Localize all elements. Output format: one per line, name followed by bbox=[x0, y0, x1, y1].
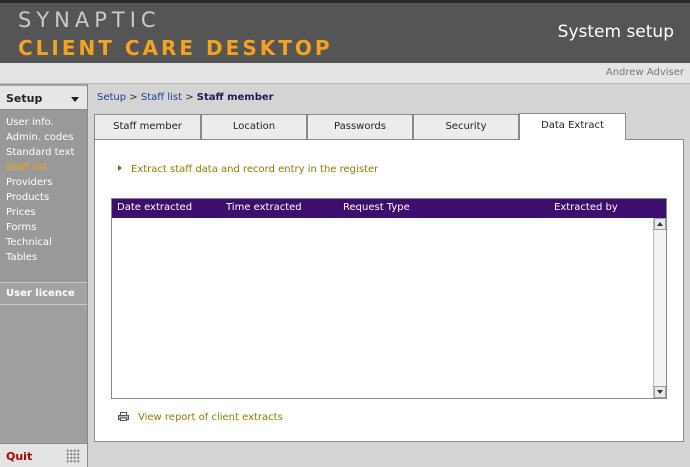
sidebar-item-user-licence[interactable]: User licence bbox=[0, 282, 87, 305]
sidebar-item-standard-text[interactable]: Standard text bbox=[6, 146, 74, 160]
triangle-right-icon bbox=[118, 165, 122, 171]
column-header-request-type: Request Type bbox=[343, 202, 410, 213]
printer-icon bbox=[118, 412, 129, 421]
brand-line2: CLIENT CARE DESKTOP bbox=[18, 36, 333, 60]
tab-staff-member[interactable]: Staff member bbox=[94, 114, 201, 140]
view-report-label: View report of client extracts bbox=[138, 412, 283, 423]
sidebar-item-forms[interactable]: Forms bbox=[6, 221, 36, 235]
breadcrumb-current: Staff member bbox=[196, 92, 274, 103]
breadcrumb-separator: > bbox=[185, 92, 194, 103]
user-bar: Andrew Adviser bbox=[0, 63, 690, 84]
view-report-link[interactable]: View report of client extracts bbox=[118, 412, 283, 423]
user-name: Andrew Adviser bbox=[605, 67, 684, 78]
sidebar-item-products[interactable]: Products bbox=[6, 191, 49, 205]
sidebar-item-prices[interactable]: Prices bbox=[6, 206, 36, 220]
chevron-down-icon[interactable] bbox=[71, 97, 79, 102]
sidebar-item-technical[interactable]: Technical bbox=[6, 236, 52, 250]
user-licence-label: User licence bbox=[6, 288, 75, 299]
column-header-date-extracted: Date extracted bbox=[117, 202, 193, 213]
breadcrumb: Setup > Staff list > Staff member bbox=[97, 92, 274, 103]
breadcrumb-separator: > bbox=[129, 92, 138, 103]
sidebar-item-tables[interactable]: Tables bbox=[6, 251, 37, 265]
quit-button[interactable]: Quit bbox=[6, 450, 32, 463]
column-header-extracted-by: Extracted by bbox=[554, 202, 618, 213]
table-header: Date extracted Time extracted Request Ty… bbox=[112, 199, 666, 218]
sidebar-item-admin-codes[interactable]: Admin. codes bbox=[6, 131, 74, 145]
extract-register-table: Date extracted Time extracted Request Ty… bbox=[111, 198, 667, 399]
sidebar-filler bbox=[0, 306, 87, 442]
quit-bar: Quit bbox=[0, 443, 87, 467]
scroll-down-icon[interactable] bbox=[654, 386, 666, 398]
breadcrumb-staff-list-link[interactable]: Staff list bbox=[141, 92, 182, 103]
sidebar: Setup User info. Admin. codes Standard t… bbox=[0, 84, 88, 467]
sidebar-menu: User info. Admin. codes Standard text St… bbox=[0, 110, 87, 296]
table-scrollbar[interactable] bbox=[653, 218, 666, 398]
tab-location[interactable]: Location bbox=[201, 114, 307, 140]
extract-staff-data-link[interactable]: Extract staff data and record entry in t… bbox=[118, 164, 378, 175]
brand-line1: SYNAPTIC bbox=[18, 8, 161, 32]
setup-menu-label: Setup bbox=[6, 92, 43, 105]
extract-link-label: Extract staff data and record entry in t… bbox=[131, 164, 379, 175]
app-header: SYNAPTIC CLIENT CARE DESKTOP System setu… bbox=[0, 0, 690, 63]
tab-security[interactable]: Security bbox=[413, 114, 519, 140]
sidebar-item-user-info[interactable]: User info. bbox=[6, 116, 54, 130]
scroll-up-icon[interactable] bbox=[654, 218, 666, 230]
sidebar-item-staff-list[interactable]: Staff list bbox=[6, 161, 47, 175]
tab-passwords[interactable]: Passwords bbox=[307, 114, 413, 140]
column-header-time-extracted: Time extracted bbox=[226, 202, 302, 213]
page-title: System setup bbox=[557, 22, 674, 42]
grip-icon[interactable] bbox=[66, 449, 80, 463]
tab-data-extract[interactable]: Data Extract bbox=[519, 113, 626, 140]
setup-menu-dropdown[interactable]: Setup bbox=[0, 86, 87, 110]
sidebar-item-providers[interactable]: Providers bbox=[6, 176, 52, 190]
breadcrumb-setup-link[interactable]: Setup bbox=[97, 92, 126, 103]
